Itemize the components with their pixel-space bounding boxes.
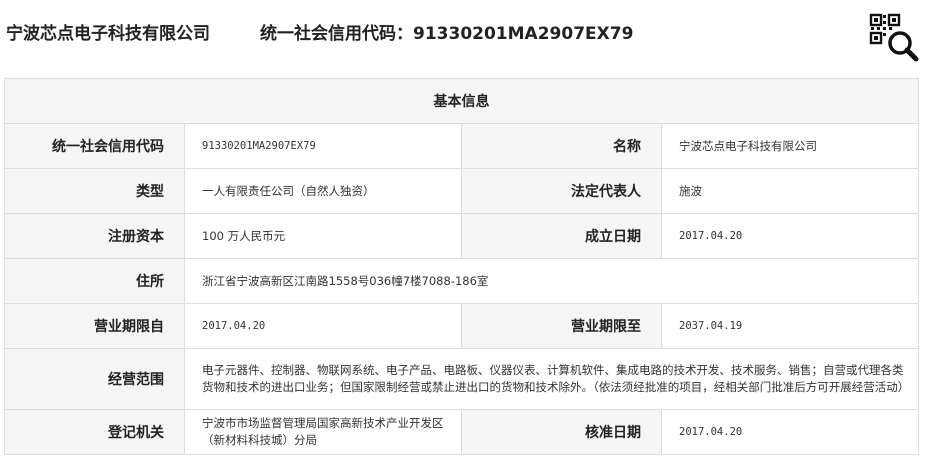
table-title: 基本信息 (4, 78, 919, 124)
table-row: 住所 浙江省宁波高新区江南路1558号036幢7楼7088-186室 (4, 258, 919, 304)
table-row: 统一社会信用代码 91330201MA2907EX79 名称 宁波芯点电子科技有… (4, 123, 919, 169)
company-name: 宁波芯点电子科技有限公司 (6, 24, 210, 44)
label-type: 类型 (4, 168, 185, 214)
value-credit-code: 91330201MA2907EX79 (184, 123, 462, 169)
value-name: 宁波芯点电子科技有限公司 (661, 123, 919, 169)
value-registered-capital: 100 万人民币元 (184, 213, 462, 259)
value-term-end: 2037.04.19 (661, 303, 919, 349)
value-term-start: 2017.04.20 (184, 303, 462, 349)
label-business-scope: 经营范围 (4, 348, 185, 410)
header: 宁波芯点电子科技有限公司 统一社会信用代码：91330201MA2907EX79 (0, 0, 932, 64)
credit-code-line: 统一社会信用代码：91330201MA2907EX79 (260, 24, 634, 44)
label-term-end: 营业期限至 (461, 303, 662, 349)
table-title-row: 基本信息 (4, 78, 919, 124)
table-row: 经营范围 电子元器件、控制器、物联网系统、电子产品、电路板、仪器仪表、计算机软件… (4, 348, 919, 410)
value-address: 浙江省宁波高新区江南路1558号036幢7楼7088-186室 (184, 258, 919, 304)
label-address: 住所 (4, 258, 185, 304)
label-registered-capital: 注册资本 (4, 213, 185, 259)
label-credit-code: 统一社会信用代码 (4, 123, 185, 169)
value-business-scope: 电子元器件、控制器、物联网系统、电子产品、电路板、仪器仪表、计算机软件、集成电路… (184, 348, 919, 410)
qr-code-search-icon[interactable] (868, 12, 920, 62)
value-registration-authority: 宁波市市场监督管理局国家高新技术产业开发区（新材料科技城）分局 (184, 409, 462, 455)
table-row: 登记机关 宁波市市场监督管理局国家高新技术产业开发区（新材料科技城）分局 核准日… (4, 409, 919, 455)
basic-info-table: 基本信息 统一社会信用代码 91330201MA2907EX79 名称 宁波芯点… (4, 78, 919, 455)
value-established-date: 2017.04.20 (661, 213, 919, 259)
value-approval-date: 2017.04.20 (661, 409, 919, 455)
table-row: 注册资本 100 万人民币元 成立日期 2017.04.20 (4, 213, 919, 259)
label-registration-authority: 登记机关 (4, 409, 185, 455)
value-legal-rep: 施波 (661, 168, 919, 214)
value-type: 一人有限责任公司（自然人独资） (184, 168, 462, 214)
label-established-date: 成立日期 (461, 213, 662, 259)
label-approval-date: 核准日期 (461, 409, 662, 455)
table-row: 类型 一人有限责任公司（自然人独资） 法定代表人 施波 (4, 168, 919, 214)
label-name: 名称 (461, 123, 662, 169)
label-term-start: 营业期限自 (4, 303, 185, 349)
table-row: 营业期限自 2017.04.20 营业期限至 2037.04.19 (4, 303, 919, 349)
label-legal-rep: 法定代表人 (461, 168, 662, 214)
